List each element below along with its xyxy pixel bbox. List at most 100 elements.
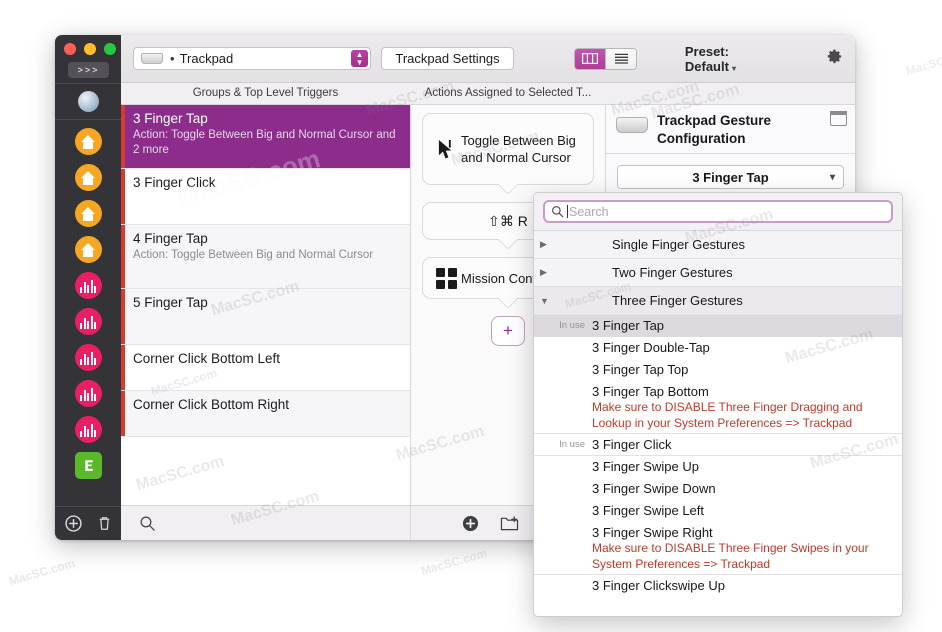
popover-search-bar: Search xyxy=(534,193,902,231)
trash-icon[interactable] xyxy=(96,515,113,532)
list-view-button[interactable] xyxy=(605,48,636,69)
list-item-label: 3 Finger Click xyxy=(592,437,672,453)
list-item[interactable]: 3 Finger Tap Bottom Make sure to DISABLE… xyxy=(534,381,902,435)
chevron-down-icon[interactable]: ▼ xyxy=(540,296,560,306)
group-three-finger[interactable]: ▼ Three Finger Gestures xyxy=(534,287,902,315)
search-icon[interactable] xyxy=(139,515,156,532)
list-item-warning: Make sure to DISABLE Three Finger Draggi… xyxy=(592,400,863,430)
add-action-button[interactable]: + xyxy=(491,316,525,347)
traffic-lights xyxy=(64,43,116,55)
list-item-label: 3 Finger Clickswipe Up xyxy=(592,578,725,594)
gesture-select[interactable]: 3 Finger Tap ▾ xyxy=(617,165,844,189)
in-use-badge xyxy=(540,361,592,364)
minimize-button[interactable] xyxy=(84,43,96,55)
trackpad-icon xyxy=(141,53,163,64)
list-item[interactable]: In use 3 Finger Click xyxy=(534,434,902,457)
gear-icon xyxy=(827,49,842,63)
list-item-label: 3 Finger Swipe Down xyxy=(592,481,716,497)
rail-item-chart-1[interactable] xyxy=(74,272,102,299)
list-item-label: 3 Finger Tap xyxy=(592,318,665,333)
action-card[interactable]: Toggle Between Big and Normal Cursor xyxy=(422,113,594,185)
zoom-button[interactable] xyxy=(104,43,116,55)
settings-popup-value: Trackpad Settings xyxy=(395,51,500,66)
chevron-down-icon: ▾ xyxy=(829,171,835,183)
group-label: Three Finger Gestures xyxy=(612,293,743,308)
rail-item-chart-2[interactable] xyxy=(74,308,102,335)
collapse-rail-button[interactable]: >>> xyxy=(68,62,109,78)
list-item[interactable]: 3 Finger Swipe Up xyxy=(534,456,902,478)
list-item[interactable]: 3 Finger Double-Tap xyxy=(534,337,902,359)
group-label: Two Finger Gestures xyxy=(612,265,733,280)
list-item[interactable]: 4 Finger Tap Action: Toggle Between Big … xyxy=(121,225,410,289)
new-folder-icon[interactable] xyxy=(500,515,519,532)
list-item[interactable]: 3 Finger Tap Action: Toggle Between Big … xyxy=(121,105,410,169)
rail-item-home-3[interactable] xyxy=(74,200,102,227)
list-item[interactable]: Corner Click Bottom Left xyxy=(121,345,410,391)
list-item[interactable]: 3 Finger Swipe Left xyxy=(534,500,902,522)
list-item-label: 3 Finger Tap Top xyxy=(592,362,689,377)
list-item-subtitle: Action: Toggle Between Big and Normal Cu… xyxy=(133,249,374,261)
home-icon xyxy=(80,242,96,257)
group-single-finger[interactable]: ▶ Single Finger Gestures xyxy=(534,231,902,259)
close-button[interactable] xyxy=(64,43,76,55)
rail-item-home-2[interactable] xyxy=(74,164,102,191)
rail-item-globe[interactable] xyxy=(55,83,121,120)
rail-item-home-4[interactable] xyxy=(74,236,102,263)
trackpad-icon xyxy=(616,117,648,133)
rail-item-list xyxy=(55,123,121,518)
in-use-badge xyxy=(540,458,592,461)
settings-gear-button[interactable] xyxy=(824,47,843,71)
list-item[interactable]: In use 3 Finger Tap xyxy=(534,315,902,337)
app-icon xyxy=(84,460,93,471)
watermark: MacSC.com xyxy=(419,545,489,579)
rail-item-chart-4[interactable] xyxy=(74,380,102,407)
chevron-updown-icon[interactable]: ▲ ▼ xyxy=(351,50,369,67)
watermark: MacSC.com xyxy=(7,555,77,589)
row-indicator xyxy=(121,289,125,344)
left-rail: >>> xyxy=(55,35,121,540)
list-item[interactable]: 3 Finger Clickswipe Up xyxy=(534,575,902,597)
bar-chart-icon xyxy=(80,423,96,437)
rail-item-app[interactable] xyxy=(74,452,102,479)
list-item[interactable]: Corner Click Bottom Right xyxy=(121,391,410,437)
list-item[interactable]: 3 Finger Swipe Down xyxy=(534,478,902,500)
add-icon[interactable] xyxy=(462,515,479,532)
list-item[interactable]: 3 Finger Tap Top xyxy=(534,359,902,381)
search-icon xyxy=(552,206,564,218)
column-view-button[interactable] xyxy=(574,48,606,69)
list-item-title: 5 Finger Tap xyxy=(133,295,208,310)
in-use-badge xyxy=(540,339,592,342)
list-item[interactable]: 5 Finger Tap xyxy=(121,289,410,345)
bar-chart-icon xyxy=(80,279,96,293)
list-bottom-bar xyxy=(121,505,410,540)
text-caret xyxy=(567,205,568,218)
list-item[interactable]: 3 Finger Swipe Right Make sure to DISABL… xyxy=(534,522,902,576)
preset-menu[interactable]: Preset: Default ▾ xyxy=(685,44,782,74)
chevron-right-icon[interactable]: ▶ xyxy=(540,267,560,278)
config-title: Trackpad Gesture Configuration xyxy=(657,113,772,146)
list-item-title: 3 Finger Click xyxy=(133,175,216,190)
group-two-finger[interactable]: ▶ Two Finger Gestures xyxy=(534,259,902,287)
list-item[interactable]: 3 Finger Click xyxy=(121,169,410,225)
list-item-title: Corner Click Bottom Right xyxy=(133,397,290,412)
left-column-header: Groups & Top Level Triggers xyxy=(192,87,339,99)
in-use-badge xyxy=(540,480,592,483)
add-icon[interactable] xyxy=(65,515,82,532)
rail-item-home-1[interactable] xyxy=(74,128,102,155)
device-popup-button[interactable]: • Trackpad ▲ ▼ xyxy=(133,47,372,70)
trigger-list[interactable]: 3 Finger Tap Action: Toggle Between Big … xyxy=(121,105,410,505)
rail-item-chart-3[interactable] xyxy=(74,344,102,371)
settings-popup-button[interactable]: Trackpad Settings xyxy=(381,47,514,70)
search-input[interactable]: Search xyxy=(543,200,893,223)
middle-column-header: Actions Assigned to Selected T... xyxy=(424,87,592,99)
home-icon xyxy=(80,134,96,149)
device-bullet: • xyxy=(170,51,175,66)
in-use-badge xyxy=(540,524,592,527)
cursor-icon xyxy=(431,139,461,160)
chevron-right-icon[interactable]: ▶ xyxy=(540,239,560,250)
bar-chart-icon xyxy=(80,315,96,329)
bar-chart-icon xyxy=(80,387,96,401)
list-item-label: 3 Finger Double-Tap xyxy=(592,340,710,355)
window-icon[interactable] xyxy=(829,110,847,126)
rail-item-chart-5[interactable] xyxy=(74,416,102,443)
